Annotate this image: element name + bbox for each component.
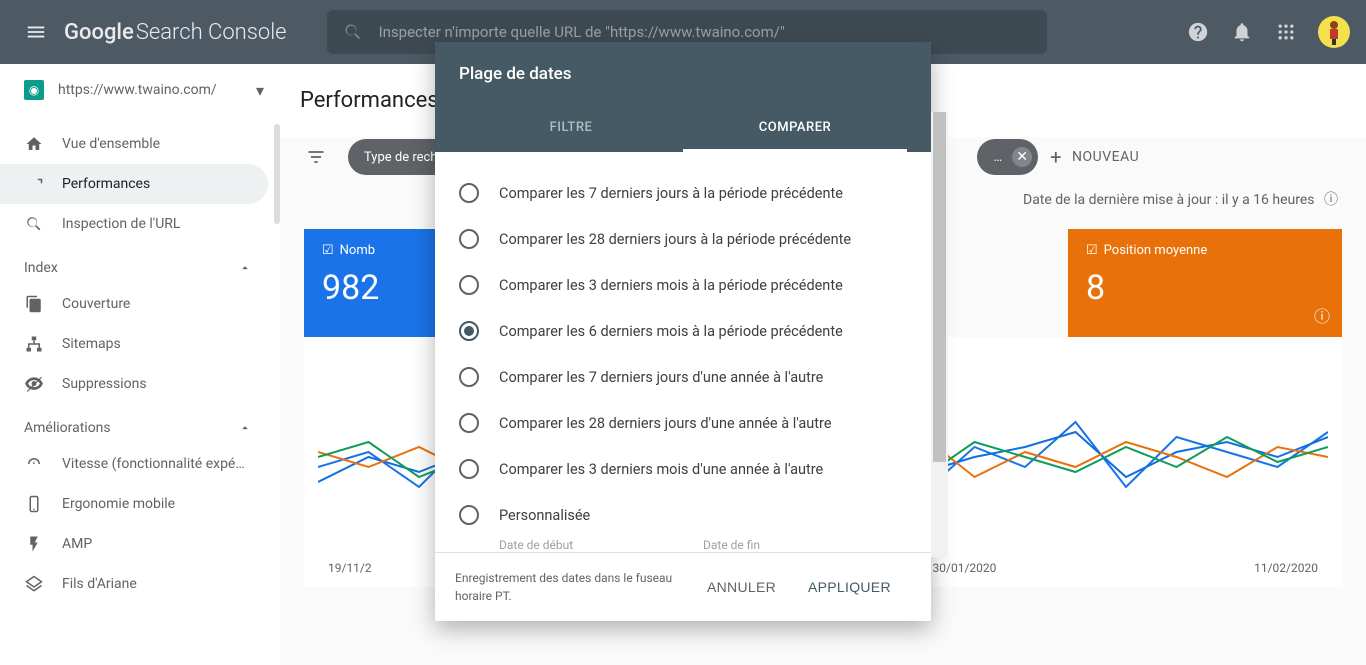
dialog-body: Comparer les 7 derniers jours à la pério… <box>435 152 931 552</box>
radio-icon <box>459 321 479 341</box>
radio-icon <box>459 505 479 525</box>
radio-label: Comparer les 6 derniers mois à la périod… <box>499 323 843 340</box>
radio-icon <box>459 275 479 295</box>
date-start-label: Date de début <box>499 538 703 552</box>
radio-label: Comparer les 28 derniers jours à la péri… <box>499 231 851 248</box>
apply-button[interactable]: APPLIQUER <box>796 571 903 603</box>
radio-icon <box>459 183 479 203</box>
radio-option[interactable]: Comparer les 28 derniers jours d'une ann… <box>435 400 931 446</box>
radio-option[interactable]: Comparer les 7 derniers jours à la pério… <box>435 170 931 216</box>
radio-option[interactable]: Comparer les 28 derniers jours à la péri… <box>435 216 931 262</box>
date-range-dialog: Plage de dates FILTRE COMPARER Comparer … <box>435 42 931 621</box>
radio-icon <box>459 367 479 387</box>
scrollbar[interactable] <box>931 112 948 557</box>
radio-option[interactable]: Comparer les 3 derniers mois d'une année… <box>435 446 931 492</box>
radio-label: Comparer les 3 derniers mois à la périod… <box>499 277 843 294</box>
tab-compare[interactable]: COMPARER <box>683 106 907 152</box>
timezone-note: Enregistrement des dates dans le fuseau … <box>455 569 695 605</box>
radio-icon <box>459 229 479 249</box>
radio-label: Comparer les 7 derniers jours à la pério… <box>499 185 843 202</box>
radio-label: Personnalisée <box>499 507 590 524</box>
radio-label: Comparer les 28 derniers jours d'une ann… <box>499 415 832 432</box>
radio-icon <box>459 413 479 433</box>
radio-label: Comparer les 3 derniers mois d'une année… <box>499 461 823 478</box>
radio-option[interactable]: Comparer les 6 derniers mois à la périod… <box>435 308 931 354</box>
date-end-label: Date de fin <box>703 538 907 552</box>
cancel-button[interactable]: ANNULER <box>695 571 788 603</box>
dialog-header: Plage de dates FILTRE COMPARER <box>435 42 931 152</box>
tab-filter[interactable]: FILTRE <box>459 106 683 152</box>
dialog-footer: Enregistrement des dates dans le fuseau … <box>435 552 931 621</box>
radio-option[interactable]: Comparer les 7 derniers jours d'une anné… <box>435 354 931 400</box>
custom-date-labels: Date de débutDate de fin <box>435 538 931 552</box>
radio-option[interactable]: Personnalisée <box>435 492 931 538</box>
radio-option[interactable]: Comparer les 3 derniers mois à la périod… <box>435 262 931 308</box>
dialog-title: Plage de dates <box>459 64 907 84</box>
dialog-tabs: FILTRE COMPARER <box>459 106 907 152</box>
radio-label: Comparer les 7 derniers jours d'une anné… <box>499 369 823 386</box>
radio-icon <box>459 459 479 479</box>
